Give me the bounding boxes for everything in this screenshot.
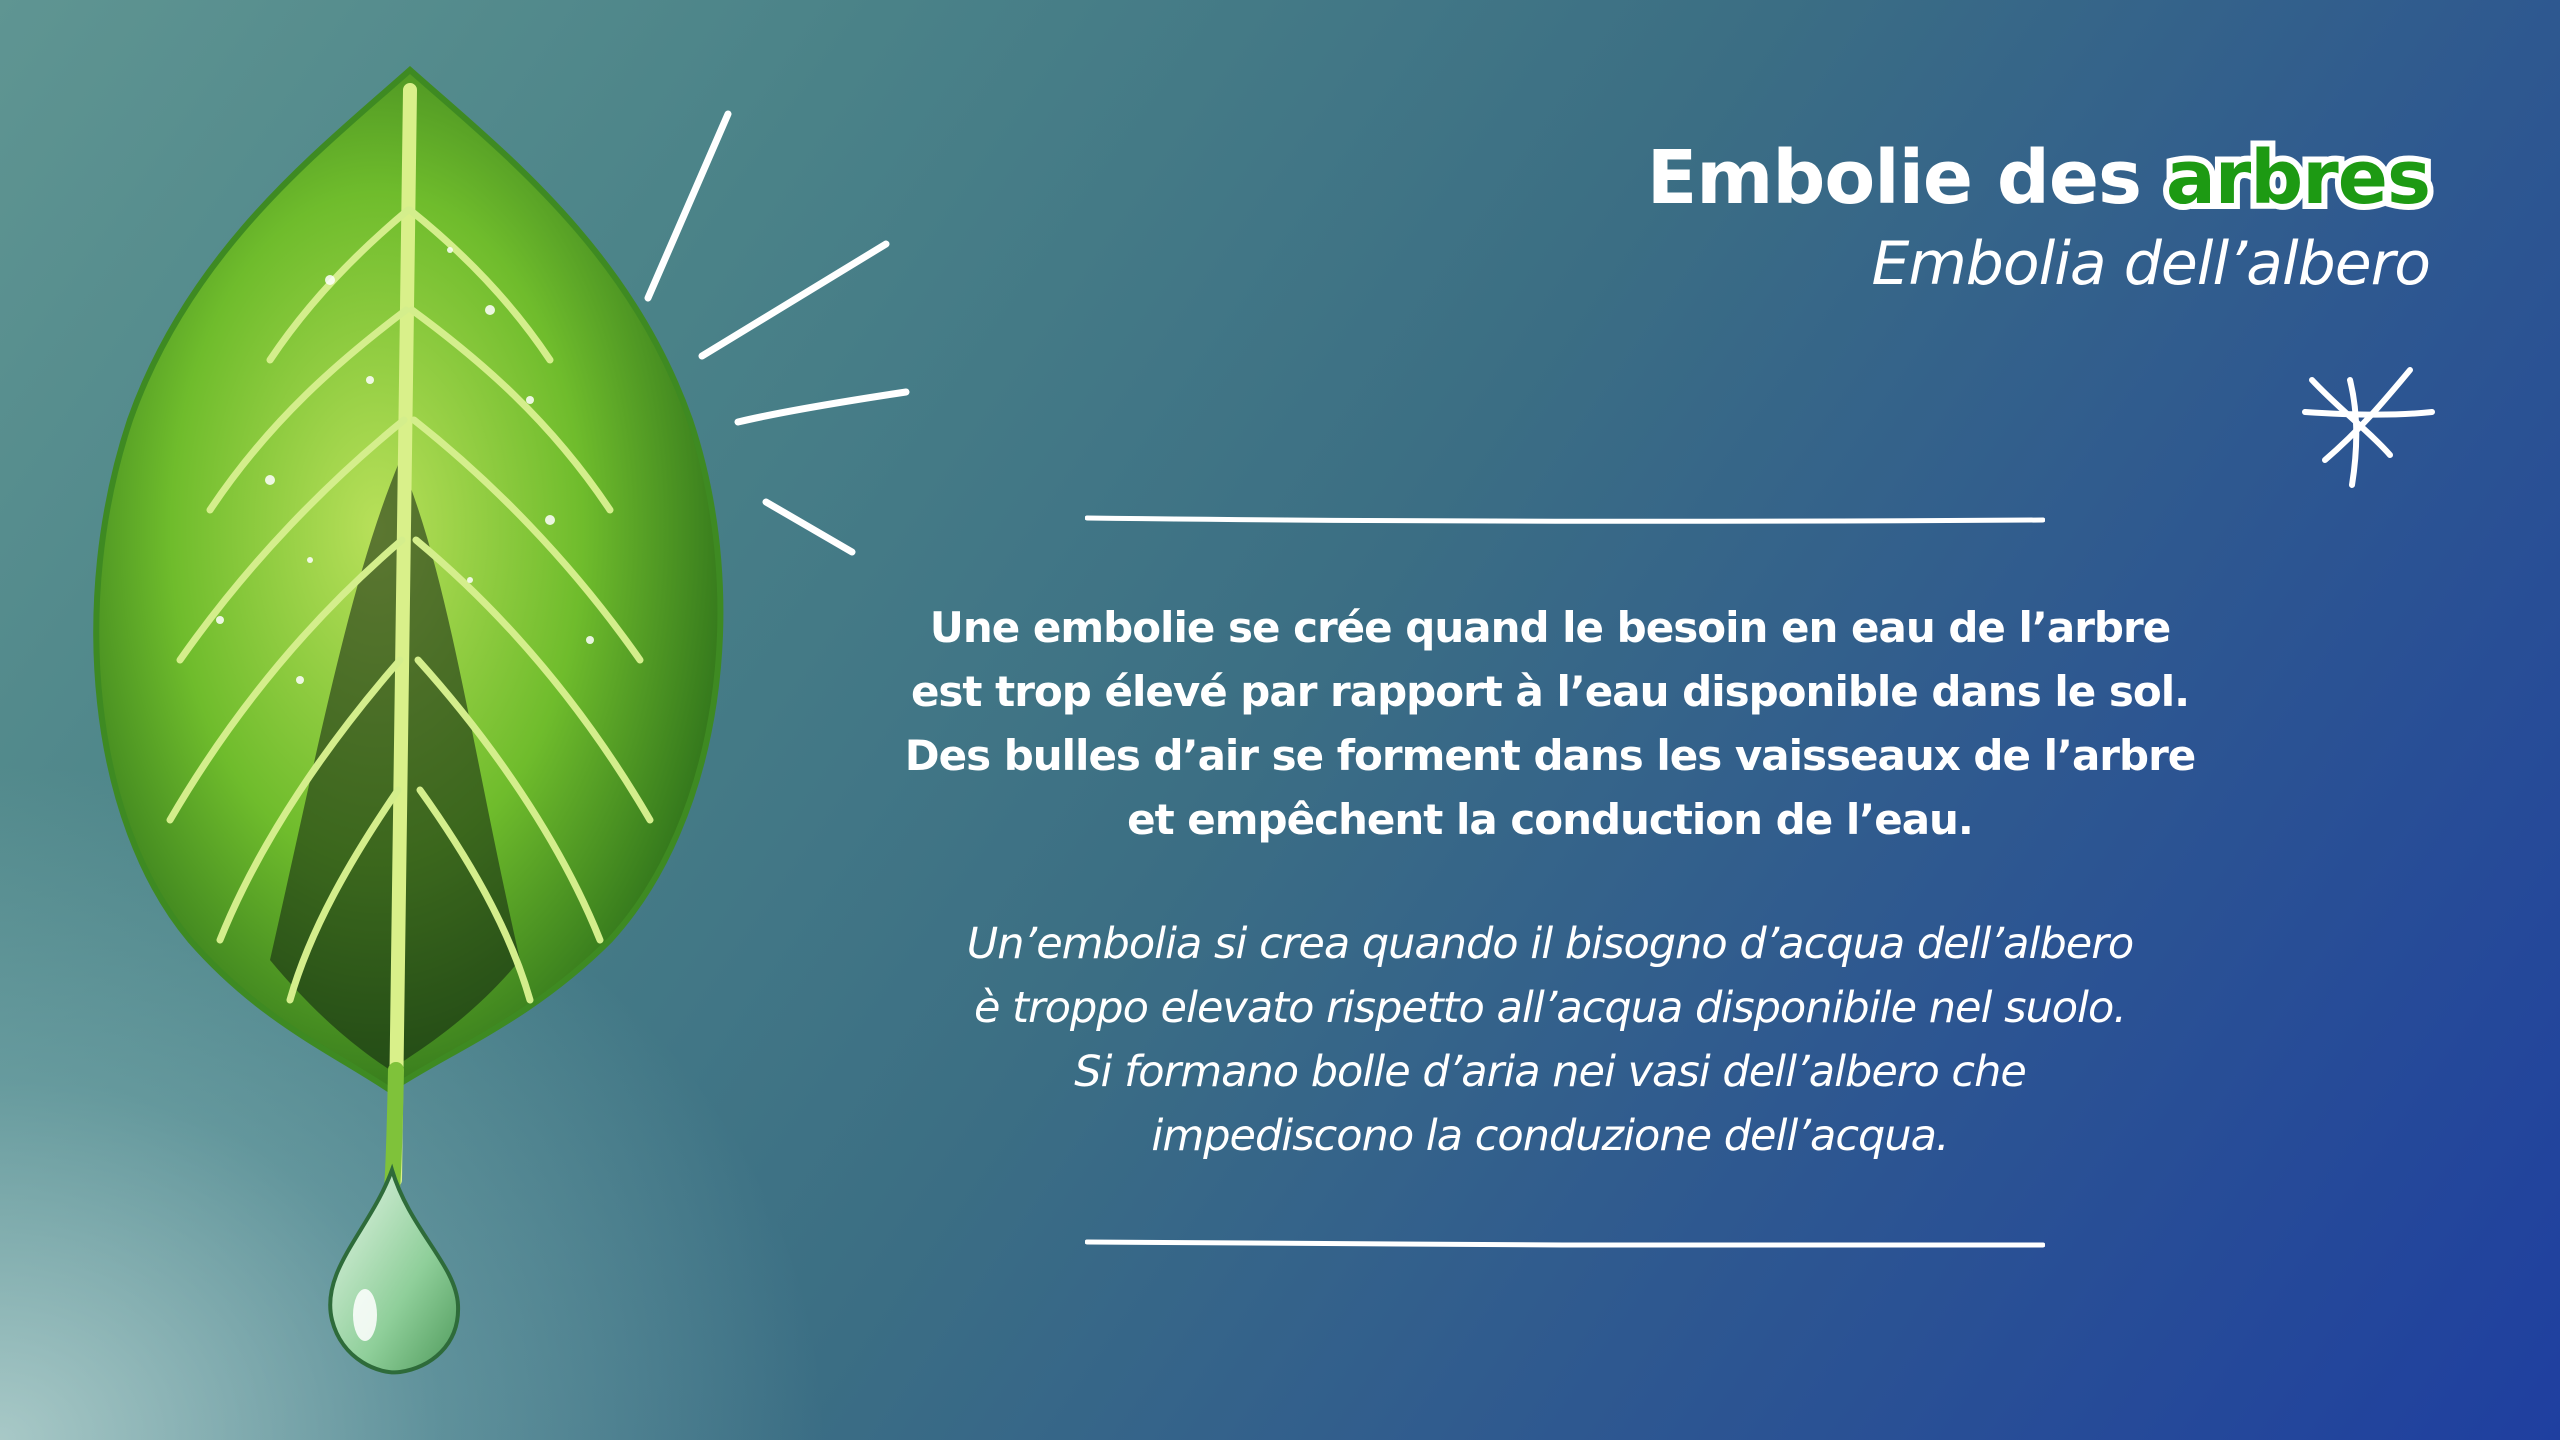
sparkle-icon [2302,367,2435,488]
title-prefix: Embolie des [1646,135,2142,221]
slide: Embolie des arbres Embolia dell’albero U… [0,0,2560,1440]
body-it-line: impediscono la conduzione dell’acqua. [1151,1111,1949,1161]
burst-lines-icon [644,110,910,556]
body-fr-line: Des bulles d’air se forment dans les vai… [904,731,2197,780]
body-fr-line: est trop élevé par rapport à l’eau dispo… [910,667,2190,716]
divider-bottom [1085,1239,2045,1248]
divider-top [1085,515,2045,524]
title-accent: arbres [2160,131,2437,224]
body-it-line: è troppo elevato rispetto all’acqua disp… [974,983,2127,1033]
title-block: Embolie des arbres Embolia dell’albero [1646,131,2437,300]
body-text-italian: Un’embolia si crea quando il bisogno d’a… [780,912,2320,1168]
body-it-line: Un’embolia si crea quando il bisogno d’a… [966,919,2134,969]
page-subtitle: Embolia dell’albero [1871,229,2431,300]
page-title: Embolie des arbres [1646,131,2437,224]
body-fr-line: Une embolie se crée quand le besoin en e… [929,603,2171,652]
body-it-line: Si formano bolle d’aria nei vasi dell’al… [1074,1047,2027,1097]
body-fr-line: et empêchent la conduction de l’eau. [1127,795,1974,844]
body-text-french: Une embolie se crée quand le besoin en e… [780,596,2320,852]
